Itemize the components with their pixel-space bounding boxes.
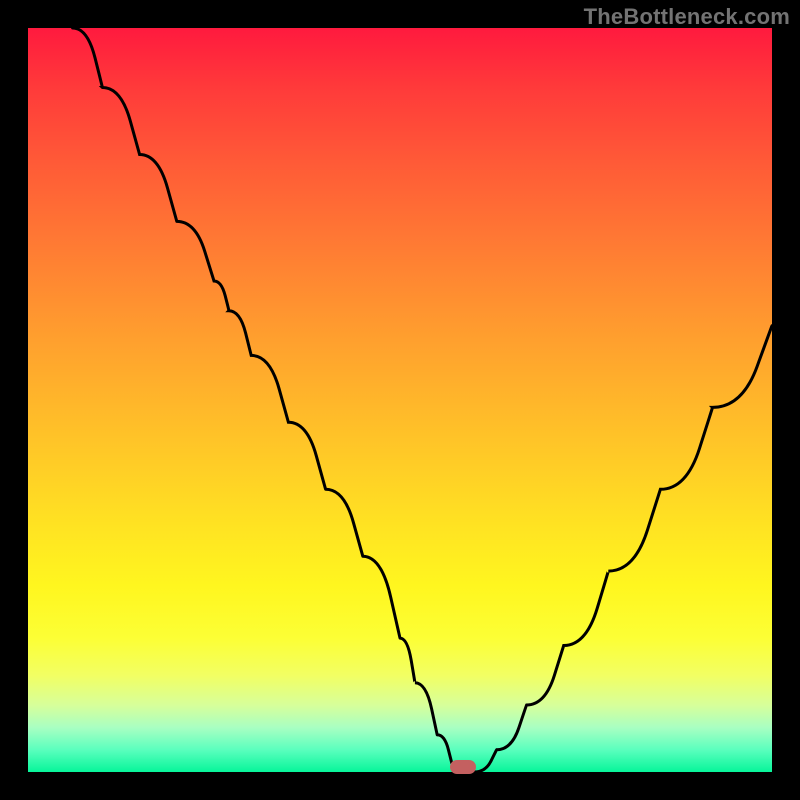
curve-svg	[28, 28, 772, 772]
bottleneck-curve-path	[73, 28, 772, 772]
chart-frame: TheBottleneck.com	[0, 0, 800, 800]
plot-area	[28, 28, 772, 772]
min-marker	[450, 760, 476, 774]
watermark-text: TheBottleneck.com	[584, 4, 790, 30]
